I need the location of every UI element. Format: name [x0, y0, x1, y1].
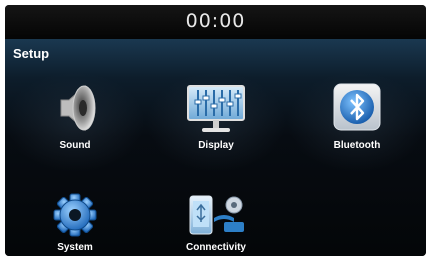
speaker-icon — [60, 84, 96, 132]
connectivity-icon — [189, 195, 244, 235]
display-icon — [187, 85, 245, 132]
setup-menu: Setup Sound Display Bluetooth System Con… — [5, 39, 426, 256]
page-title: Setup — [13, 46, 50, 61]
menu-item-label: Sound — [59, 140, 91, 151]
menu-item-label: Display — [198, 140, 234, 151]
bluetooth-icon — [333, 83, 381, 131]
menu-item-label: Bluetooth — [333, 140, 381, 151]
menu-item-label: Connectivity — [185, 242, 246, 253]
menu-item-label: System — [57, 242, 93, 253]
menu-item-system[interactable]: System — [5, 172, 145, 256]
head-unit-screen: 00:00 Setup Sound Display Bluetooth Syst… — [5, 5, 426, 256]
menu-item-sound[interactable]: Sound — [5, 72, 145, 172]
menu-item-connectivity[interactable]: Connectivity — [146, 172, 286, 256]
status-bar: 00:00 — [5, 5, 426, 39]
gear-icon — [53, 193, 97, 237]
clock: 00:00 — [185, 10, 246, 32]
menu-item-display[interactable]: Display — [146, 72, 286, 172]
menu-item-bluetooth[interactable]: Bluetooth — [287, 72, 426, 172]
